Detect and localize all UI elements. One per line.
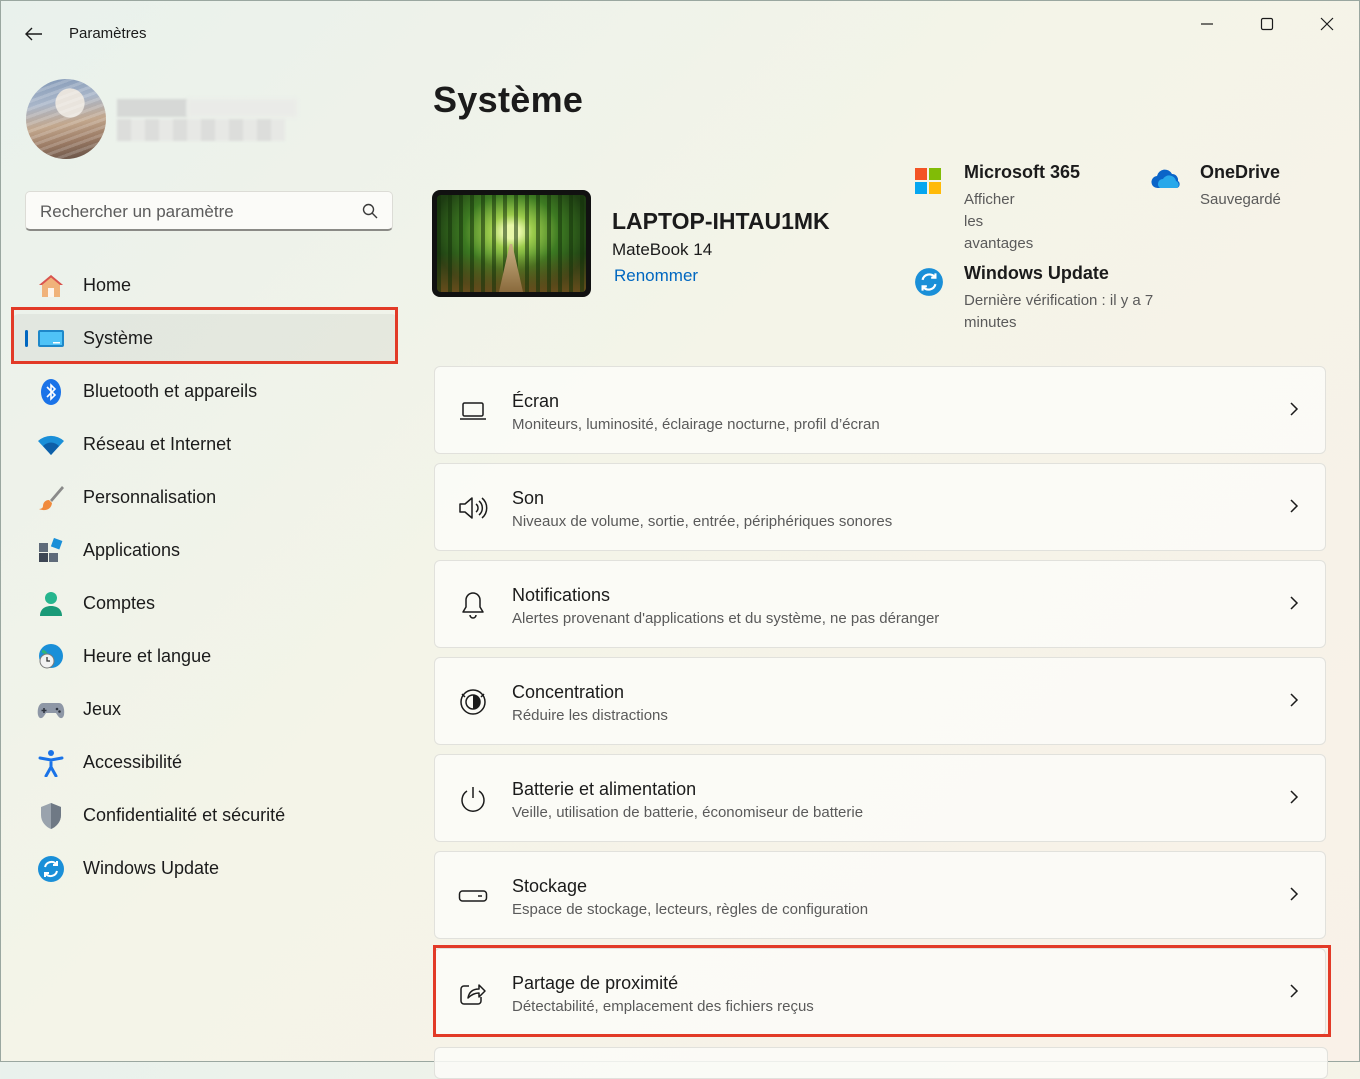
search-input[interactable]	[38, 192, 362, 232]
home-icon	[37, 272, 65, 300]
sidebar-item-accessibilite[interactable]: Accessibilité	[13, 738, 397, 786]
bell-icon	[457, 591, 489, 619]
card-title: Concentration	[512, 682, 625, 702]
settings-window: Paramètres Home	[0, 0, 1360, 1079]
device-wallpaper-thumbnail	[432, 190, 591, 297]
card-title: Notifications	[512, 585, 611, 605]
card-batterie[interactable]: Batterie et alimentation Veille, utilisa…	[434, 754, 1326, 842]
sidebar-item-applications[interactable]: Applications	[13, 526, 397, 574]
maximize-icon	[1260, 17, 1274, 31]
card-ecran[interactable]: Écran Moniteurs, luminosité, éclairage n…	[434, 366, 1326, 454]
sidebar-item-label: Applications	[83, 539, 181, 560]
minimize-icon	[1201, 23, 1213, 25]
card-title: Écran	[512, 391, 560, 411]
update-icon	[37, 855, 65, 883]
quick-title: OneDrive	[1200, 162, 1281, 182]
quick-title: Microsoft 365	[964, 162, 1081, 182]
back-button[interactable]	[17, 19, 51, 49]
maximize-button[interactable]	[1247, 9, 1287, 39]
back-arrow-icon	[25, 27, 42, 41]
close-button[interactable]	[1307, 9, 1347, 39]
quick-title: Windows Update	[964, 263, 1109, 283]
bluetooth-icon	[37, 378, 65, 406]
highlight-box-partage	[433, 945, 1331, 1037]
power-icon	[457, 785, 489, 813]
shield-icon	[37, 802, 65, 830]
app-title: Paramètres	[69, 25, 147, 42]
sidebar-item-label: Personnalisation	[83, 486, 217, 507]
chevron-right-icon	[1290, 402, 1299, 416]
sidebar-item-jeux[interactable]: Jeux	[13, 685, 397, 733]
card-subtitle: Alertes provenant d'applications et du s…	[512, 610, 940, 627]
card-subtitle: Moniteurs, luminosité, éclairage nocturn…	[512, 416, 880, 433]
title-bar: Paramètres	[1, 1, 1360, 65]
accessibility-icon	[37, 749, 65, 777]
focus-icon	[457, 688, 489, 716]
minimize-button[interactable]	[1187, 9, 1227, 39]
page-title: Système	[433, 79, 584, 120]
sidebar-item-label: Heure et langue	[83, 645, 212, 666]
sidebar-item-label: Réseau et Internet	[83, 433, 232, 454]
chevron-right-icon	[1290, 499, 1299, 513]
device-name: LAPTOP-IHTAU1MK	[612, 208, 830, 234]
search-box	[25, 191, 393, 232]
globe-clock-icon	[37, 643, 65, 671]
card-concentration[interactable]: Concentration Réduire les distractions	[434, 657, 1326, 745]
chevron-right-icon	[1290, 887, 1299, 901]
highlight-box-systeme	[11, 307, 398, 364]
sidebar-item-comptes[interactable]: Comptes	[13, 579, 397, 627]
sidebar-item-personnalisation[interactable]: Personnalisation	[13, 473, 397, 521]
brush-icon	[37, 484, 65, 512]
search-icon[interactable]	[362, 203, 378, 219]
card-title: Son	[512, 488, 545, 508]
close-icon	[1320, 17, 1334, 31]
user-email-blurred	[117, 119, 285, 141]
chevron-right-icon	[1290, 693, 1299, 707]
sidebar-item-confidentialite[interactable]: Confidentialité et sécurité	[13, 791, 397, 839]
rename-link[interactable]: Renommer	[614, 266, 698, 286]
chevron-right-icon	[1290, 790, 1299, 804]
card-stockage[interactable]: Stockage Espace de stockage, lecteurs, r…	[434, 851, 1326, 939]
sidebar-item-label: Bluetooth et appareils	[83, 380, 258, 401]
card-subtitle: Veille, utilisation de batterie, économi…	[512, 804, 864, 821]
sidebar-item-heure[interactable]: Heure et langue	[13, 632, 397, 680]
sidebar-item-label: Accessibilité	[83, 751, 183, 772]
settings-list: Écran Moniteurs, luminosité, éclairage n…	[434, 366, 1326, 1045]
card-subtitle: Réduire les distractions	[512, 707, 668, 724]
storage-icon	[457, 882, 489, 910]
sidebar-item-label: Home	[83, 274, 132, 295]
card-subtitle: Niveaux de volume, sortie, entrée, périp…	[512, 513, 893, 530]
sidebar-item-bluetooth[interactable]: Bluetooth et appareils	[13, 367, 397, 415]
gamepad-icon	[37, 696, 65, 724]
user-name-blurred-2	[187, 99, 297, 117]
quick-subtitle: Dernière vérification : il y a 7 minutes	[964, 292, 1154, 331]
chevron-right-icon	[1290, 596, 1299, 610]
sidebar-item-reseau[interactable]: Réseau et Internet	[13, 420, 397, 468]
update-icon	[915, 268, 943, 296]
quick-subtitle: Sauvegardé	[1200, 191, 1281, 208]
avatar[interactable]	[26, 79, 106, 159]
device-model: MateBook 14	[612, 240, 713, 259]
card-son[interactable]: Son Niveaux de volume, sortie, entrée, p…	[434, 463, 1326, 551]
sidebar-item-windows-update[interactable]: Windows Update	[13, 844, 397, 892]
card-title: Stockage	[512, 876, 588, 896]
user-name-blurred	[117, 99, 187, 117]
speaker-icon	[457, 494, 489, 522]
sidebar-item-home[interactable]: Home	[13, 261, 397, 309]
account-icon	[37, 590, 65, 618]
sidebar-item-label: Comptes	[83, 592, 156, 613]
quick-subtitle: Afficher les avantages	[964, 191, 1034, 252]
sidebar-item-label: Windows Update	[83, 857, 220, 878]
card-subtitle: Espace de stockage, lecteurs, règles de …	[512, 901, 869, 918]
sidebar-item-label: Confidentialité et sécurité	[83, 804, 286, 825]
card-title: Batterie et alimentation	[512, 779, 697, 799]
sidebar-item-label: Jeux	[83, 698, 122, 719]
display-icon	[457, 397, 489, 425]
apps-icon	[37, 537, 65, 565]
card-next-partial[interactable]	[434, 1047, 1328, 1079]
wifi-icon	[37, 431, 65, 459]
microsoft-logo-icon	[915, 168, 941, 194]
card-notifications[interactable]: Notifications Alertes provenant d'applic…	[434, 560, 1326, 648]
cloud-icon	[1151, 169, 1180, 189]
